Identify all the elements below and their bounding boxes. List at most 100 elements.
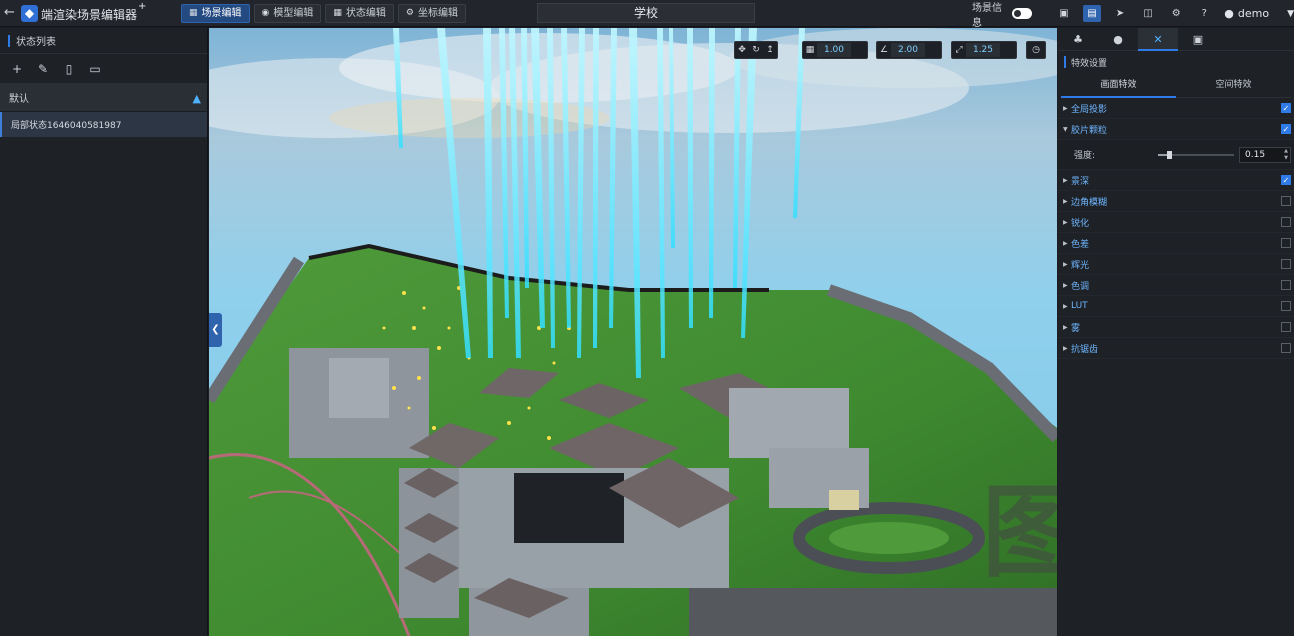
road: [689, 588, 1057, 636]
3d-viewport[interactable]: ✥ ↻ ↥ ▦ 1.00 ∠ 2.00 ⤢ 1.25 ◷ ❮ 图观 TM: [209, 28, 1057, 636]
effect-name: 边角模糊: [1071, 197, 1108, 208]
axis-icon[interactable]: ↥: [763, 45, 777, 55]
environment-icon[interactable]: ♣: [1058, 28, 1098, 51]
effect-checkbox[interactable]: [1281, 301, 1291, 311]
tab-state-edit[interactable]: ▦ 状态编辑: [325, 4, 394, 23]
tab-label: 模型编辑: [273, 8, 314, 19]
angle-value[interactable]: 2.00: [891, 43, 925, 57]
settings-gear-icon[interactable]: ⚙: [1167, 5, 1185, 22]
back-arrow-icon[interactable]: ←: [4, 5, 16, 21]
section-marker: [8, 34, 10, 47]
angle-control: ∠ 2.00: [876, 41, 942, 59]
triangle-right-icon[interactable]: ▶: [1063, 282, 1071, 289]
home-icon[interactable]: ▲: [193, 92, 201, 105]
effect-row[interactable]: ▶ 边角模糊: [1058, 191, 1294, 212]
stepper-arrows-icon[interactable]: ▲ ▼: [1284, 148, 1288, 162]
state-list-header: 状态列表: [0, 28, 207, 54]
image-icon[interactable]: ▣: [1178, 28, 1218, 51]
copy-icon[interactable]: ▯: [61, 61, 77, 77]
user-menu[interactable]: ● demo ▼: [1224, 7, 1294, 20]
effect-row[interactable]: ▶ LUT: [1058, 296, 1294, 317]
triangle-right-icon[interactable]: ▶: [1063, 240, 1071, 247]
state-group-default[interactable]: 默认 ▲: [0, 84, 207, 112]
intensity-slider[interactable]: [1158, 151, 1234, 159]
preview-icon[interactable]: ◫: [1139, 5, 1157, 22]
triangle-right-icon[interactable]: ▶: [1063, 324, 1071, 331]
light-icon[interactable]: ●: [1098, 28, 1138, 51]
intensity-input[interactable]: 0.15 ▲ ▼: [1239, 147, 1291, 163]
tab-coordinate-edit[interactable]: ⚙ 坐标编辑: [397, 4, 466, 23]
move-icon[interactable]: ✥: [735, 45, 749, 55]
effect-row[interactable]: ▶ 色差: [1058, 233, 1294, 254]
coordinate-icon: ⚙: [405, 8, 414, 18]
scale-icon: ⤢: [955, 45, 963, 55]
effect-row[interactable]: ▶ 景深 ✓: [1058, 170, 1294, 191]
reset-view-control[interactable]: ◷: [1026, 41, 1046, 59]
collapse-left-panel-button[interactable]: ❮: [209, 313, 222, 347]
scene-info-label: 场景信息: [972, 2, 1002, 29]
triangle-right-icon[interactable]: ▶: [1063, 219, 1071, 226]
section-marker: [1064, 56, 1066, 68]
effect-checkbox[interactable]: ✓: [1281, 103, 1291, 113]
effects-header: 特效设置: [1058, 51, 1294, 73]
tab-label: 状态编辑: [345, 8, 386, 19]
rotate-icon[interactable]: ↻: [749, 45, 763, 55]
effect-row[interactable]: ▶ 全局投影 ✓: [1058, 98, 1294, 119]
angle-icon: ∠: [879, 45, 889, 55]
effect-row[interactable]: ▶ 色调: [1058, 275, 1294, 296]
effect-checkbox[interactable]: [1281, 217, 1291, 227]
publish-icon[interactable]: ➤: [1111, 5, 1129, 22]
triangle-right-icon[interactable]: ▶: [1063, 177, 1071, 184]
chevron-down-icon: ▼: [1287, 8, 1294, 19]
save-as-icon[interactable]: ▣: [1055, 5, 1073, 22]
effect-checkbox[interactable]: ✓: [1281, 175, 1291, 185]
effect-name: 色差: [1071, 239, 1090, 250]
state-list-item[interactable]: 局部状态1646040581987: [0, 112, 207, 137]
tab-label: 坐标编辑: [417, 8, 458, 19]
add-icon[interactable]: +: [9, 61, 25, 77]
triangle-right-icon[interactable]: ▶: [1063, 105, 1071, 112]
tab-model-edit[interactable]: ◉ 模型编辑: [253, 4, 322, 23]
scene-info-toggle[interactable]: [1012, 8, 1032, 19]
effect-name: 抗锯齿: [1071, 344, 1099, 355]
effect-name: 雾: [1071, 323, 1081, 334]
scale-value[interactable]: 1.25: [966, 43, 1000, 57]
save-icon[interactable]: ▤: [1083, 5, 1102, 22]
clock-icon: ◷: [1032, 45, 1040, 55]
effects-title: 特效设置: [1071, 58, 1108, 69]
effect-row[interactable]: ▶ 雾: [1058, 317, 1294, 338]
help-icon[interactable]: ?: [1195, 5, 1213, 22]
triangle-right-icon[interactable]: ▶: [1063, 198, 1071, 205]
top-bar: ← ◆ 端渲染场景编辑器 + ▦ 场景编辑 ◉ 模型编辑 ▦ 状态编辑 ⚙ 坐标…: [0, 0, 1294, 29]
effect-checkbox[interactable]: ✓: [1281, 124, 1291, 134]
edit-icon[interactable]: ✎: [35, 61, 51, 77]
tab-space-effects[interactable]: 空间特效: [1176, 74, 1291, 98]
building: [729, 388, 849, 458]
effect-checkbox[interactable]: [1281, 343, 1291, 353]
triangle-right-icon[interactable]: ▶: [1063, 261, 1071, 268]
grid-icon: ▦: [805, 45, 815, 55]
move-speed-control: ▦ 1.00: [802, 41, 868, 59]
effect-checkbox[interactable]: [1281, 196, 1291, 206]
effects-icon[interactable]: ✕: [1138, 28, 1178, 51]
effect-row[interactable]: ▼ 胶片颗粒 ✓: [1058, 119, 1294, 140]
transform-tools: ✥ ↻ ↥: [734, 41, 778, 59]
triangle-right-icon[interactable]: ▶: [1063, 345, 1071, 352]
effects-list: ▶ 全局投影 ✓ ▼ 胶片颗粒 ✓ 强度: 0.15 ▲ ▼ ▶ 景深 ✓ ▶ 边角模糊 ▶ 锐化 ▶ 色差 ▶ 辉光 ▶…: [1058, 98, 1294, 359]
effect-row[interactable]: ▶ 抗锯齿: [1058, 338, 1294, 359]
delete-icon[interactable]: ▭: [87, 61, 103, 77]
tab-screen-effects[interactable]: 画面特效: [1061, 74, 1176, 98]
effect-row[interactable]: ▶ 锐化: [1058, 212, 1294, 233]
triangle-down-icon[interactable]: ▼: [1063, 126, 1071, 133]
triangle-right-icon[interactable]: ▶: [1063, 303, 1071, 310]
effect-row[interactable]: ▶ 辉光: [1058, 254, 1294, 275]
effect-checkbox[interactable]: [1281, 322, 1291, 332]
effect-name: 辉光: [1071, 260, 1090, 271]
effect-name: 锐化: [1071, 218, 1090, 229]
effect-checkbox[interactable]: [1281, 238, 1291, 248]
slider-handle[interactable]: [1167, 151, 1172, 159]
move-speed-value[interactable]: 1.00: [817, 43, 851, 57]
effect-checkbox[interactable]: [1281, 259, 1291, 269]
effect-checkbox[interactable]: [1281, 280, 1291, 290]
tab-scene-edit[interactable]: ▦ 场景编辑: [181, 4, 250, 23]
